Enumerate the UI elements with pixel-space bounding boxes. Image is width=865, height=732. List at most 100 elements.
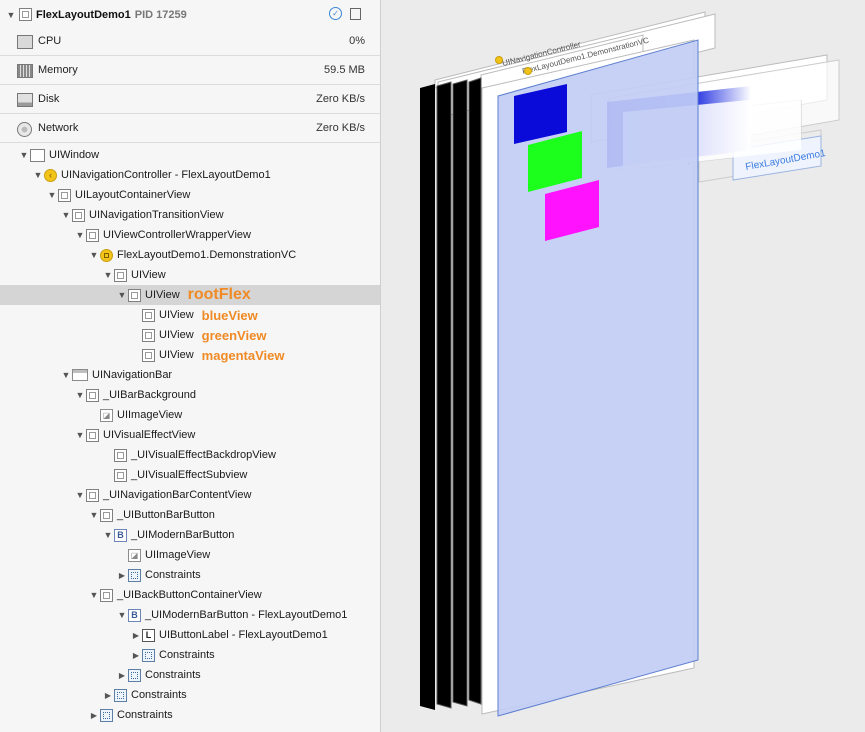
disclosure-triangle[interactable] xyxy=(74,490,86,500)
tree-row[interactable]: FlexLayoutDemo1.DemonstrationVC xyxy=(0,245,380,265)
view-icon xyxy=(142,348,155,362)
tree-row[interactable]: UIView blueView xyxy=(0,305,380,325)
tree-row[interactable]: Constraints xyxy=(0,665,380,685)
gauge-label: Network xyxy=(38,122,79,134)
tree-row[interactable]: UIWindow xyxy=(0,145,380,165)
view-icon xyxy=(58,188,71,202)
constraints-icon xyxy=(100,708,113,722)
gauge-value: 0% xyxy=(349,35,365,47)
tree-row[interactable]: Constraints xyxy=(0,565,380,585)
gauge-value: Zero KB/s xyxy=(316,93,365,105)
tree-row[interactable]: _UIButtonBarButton xyxy=(0,505,380,525)
gauge-row-memory[interactable]: Memory 59.5 MB xyxy=(0,56,380,85)
layer-black-1[interactable] xyxy=(420,84,435,710)
disclosure-triangle[interactable] xyxy=(116,290,128,300)
tree-row-label: _UIBarBackground xyxy=(103,389,196,401)
disclosure-triangle[interactable] xyxy=(60,370,72,380)
gauge-icon[interactable]: ✓ xyxy=(329,7,342,20)
disclosure-triangle[interactable] xyxy=(88,510,100,520)
image-view-icon xyxy=(128,548,141,562)
disclosure-triangle[interactable] xyxy=(74,230,86,240)
tree-row[interactable]: UIView magentaView xyxy=(0,345,380,365)
gauge-label: Disk xyxy=(38,93,60,105)
disclosure-triangle[interactable] xyxy=(116,610,128,620)
tree-row[interactable]: Constraints xyxy=(0,705,380,725)
vc-icon xyxy=(524,67,532,75)
tree-row[interactable]: UIView greenView xyxy=(0,325,380,345)
disclosure-triangle[interactable] xyxy=(130,631,142,640)
view-icon xyxy=(142,308,155,322)
tree-row-label: UILayoutContainerView xyxy=(75,189,191,201)
disclosure-triangle[interactable] xyxy=(102,270,114,280)
tree-row[interactable]: B _UIModernBarButton xyxy=(0,525,380,545)
tree-row-label: UIView xyxy=(159,349,194,361)
tree-row-label: UIButtonLabel - FlexLayoutDemo1 xyxy=(159,629,328,641)
tree-row[interactable]: UIView xyxy=(0,265,380,285)
tree-row[interactable]: UIView rootFlex xyxy=(0,285,380,305)
tree-row[interactable]: L UIButtonLabel - FlexLayoutDemo1 xyxy=(0,625,380,645)
tree-row[interactable]: UIImageView xyxy=(0,545,380,565)
exploded-view-3d[interactable]: UINavigationController FlexLayoutDemo1.D… xyxy=(381,0,865,732)
tree-row-label: UIView xyxy=(145,289,180,301)
tree-row[interactable]: _UIBarBackground xyxy=(0,385,380,405)
disclosure-triangle[interactable] xyxy=(116,671,128,680)
disclosure-triangle[interactable] xyxy=(88,250,100,260)
process-name: FlexLayoutDemo1 xyxy=(36,8,131,21)
tree-row[interactable]: _UIVisualEffectBackdropView xyxy=(0,445,380,465)
process-pid: PID 17259 xyxy=(134,8,187,21)
layer-black-4[interactable] xyxy=(468,77,482,705)
gauge-row-network[interactable]: Network Zero KB/s xyxy=(0,114,380,143)
tree-row[interactable]: UIVisualEffectView xyxy=(0,425,380,445)
tree-row-label: Constraints xyxy=(117,709,173,721)
cpu-icon xyxy=(17,35,33,49)
tree-row-label: Constraints xyxy=(131,689,187,701)
tree-row[interactable]: UIImageView xyxy=(0,405,380,425)
view-icon xyxy=(114,448,127,462)
tree-row[interactable]: UILayoutContainerView xyxy=(0,185,380,205)
disclosure-triangle[interactable] xyxy=(102,530,114,540)
tree-row[interactable]: B _UIModernBarButton - FlexLayoutDemo1 xyxy=(0,605,380,625)
view-hierarchy-icon[interactable] xyxy=(350,8,361,20)
disclosure-triangle[interactable] xyxy=(46,190,58,200)
process-header[interactable]: FlexLayoutDemo1PID 17259 ✓ xyxy=(0,0,380,29)
tree-row[interactable]: Constraints xyxy=(0,685,380,705)
view-hierarchy-canvas[interactable]: UINavigationController FlexLayoutDemo1.D… xyxy=(381,0,865,732)
disclosure-triangle[interactable] xyxy=(74,390,86,400)
disclosure-triangle[interactable] xyxy=(130,651,142,660)
tree-row[interactable]: UINavigationBar xyxy=(0,365,380,385)
view-icon xyxy=(86,428,99,442)
layer-rootflex-view[interactable] xyxy=(497,39,699,717)
tree-row[interactable]: Constraints xyxy=(0,645,380,665)
disclosure-triangle[interactable] xyxy=(60,210,72,220)
disclosure-triangle[interactable] xyxy=(88,711,100,720)
layer-black-2[interactable] xyxy=(436,81,452,709)
tree-row[interactable]: UINavigationTransitionView xyxy=(0,205,380,225)
view-icon xyxy=(100,508,113,522)
view-icon xyxy=(114,268,127,282)
button-icon: B xyxy=(114,528,127,542)
tree-row-label: Constraints xyxy=(145,669,201,681)
annotation-label: blueView xyxy=(201,307,258,323)
disclosure-triangle[interactable] xyxy=(18,150,30,160)
tree-row-label: UINavigationTransitionView xyxy=(89,209,224,221)
tree-row-label: _UIBackButtonContainerView xyxy=(117,589,262,601)
disclosure-triangle[interactable] xyxy=(74,430,86,440)
tree-row[interactable]: _UINavigationBarContentView xyxy=(0,485,380,505)
tree-row-label: UIViewControllerWrapperView xyxy=(103,229,251,241)
disclosure-triangle[interactable] xyxy=(102,691,114,700)
disclosure-triangle[interactable] xyxy=(5,10,17,20)
disclosure-triangle[interactable] xyxy=(32,170,44,180)
disclosure-triangle[interactable] xyxy=(88,590,100,600)
tree-row[interactable]: ‹ UINavigationController - FlexLayoutDemo… xyxy=(0,165,380,185)
view-icon xyxy=(142,328,155,342)
tree-row[interactable]: UIViewControllerWrapperView xyxy=(0,225,380,245)
image-view-icon xyxy=(100,408,113,422)
gauge-row-cpu[interactable]: CPU 0% xyxy=(0,27,380,56)
tree-row[interactable]: _UIVisualEffectSubview xyxy=(0,465,380,485)
layer-black-3[interactable] xyxy=(452,79,468,707)
gauge-row-disk[interactable]: Disk Zero KB/s xyxy=(0,85,380,114)
tree-row-label: _UINavigationBarContentView xyxy=(103,489,252,501)
disclosure-triangle[interactable] xyxy=(116,571,128,580)
tree-row[interactable]: _UIBackButtonContainerView xyxy=(0,585,380,605)
view-debugger: FlexLayoutDemo1PID 17259 ✓ CPU 0% Memory… xyxy=(0,0,865,732)
